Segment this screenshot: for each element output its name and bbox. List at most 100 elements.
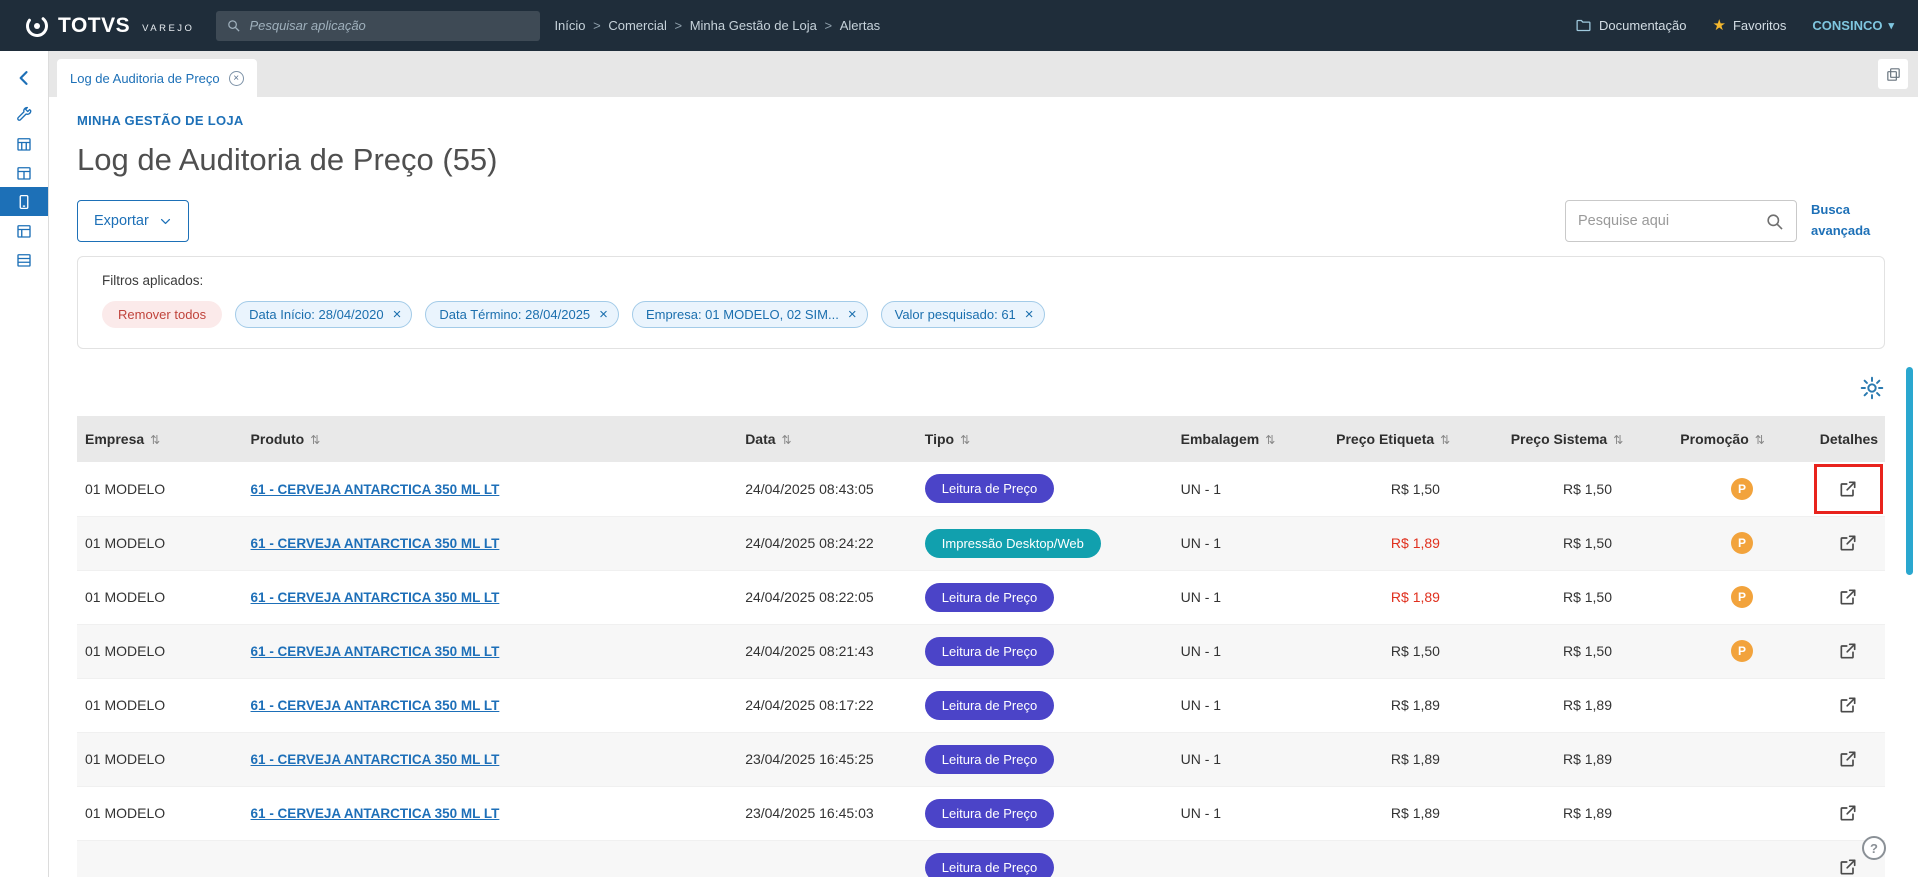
details-button[interactable] bbox=[1835, 584, 1861, 610]
sort-icon[interactable]: ⇅ bbox=[782, 433, 792, 447]
filter-chip: Data Término: 28/04/2025 × bbox=[425, 301, 619, 328]
table-row: 01 MODELO 61 - CERVEJA ANTARCTICA 350 ML … bbox=[77, 786, 1885, 840]
cell-detalhes bbox=[1812, 624, 1885, 678]
preco-etiqueta-value: R$ 1,50 bbox=[1390, 480, 1440, 497]
product-link[interactable]: 61 - CERVEJA ANTARCTICA 350 ML LT bbox=[251, 536, 500, 551]
breadcrumb-item[interactable]: Minha Gestão de Loja bbox=[690, 18, 817, 33]
cell-empresa: 01 MODELO bbox=[85, 589, 166, 605]
remove-all-filters-button[interactable]: Remover todos bbox=[102, 301, 223, 328]
product-link[interactable]: 61 - CERVEJA ANTARCTICA 350 ML LT bbox=[251, 698, 500, 713]
favorites-link[interactable]: ★ Favoritos bbox=[1712, 18, 1786, 33]
search-icon[interactable] bbox=[1765, 212, 1784, 231]
tab-close-icon[interactable]: × bbox=[228, 70, 244, 86]
cell-embalagem: UN - 1 bbox=[1180, 480, 1222, 497]
product-link[interactable]: 61 - CERVEJA ANTARCTICA 350 ML LT bbox=[251, 752, 500, 767]
cell-preco-sistema: R$ 1,50 bbox=[1503, 516, 1673, 570]
chevron-down-icon: ▾ bbox=[1888, 20, 1894, 32]
column-header-produto[interactable]: Produto ⇅ bbox=[242, 416, 738, 462]
chip-close-icon[interactable]: × bbox=[848, 307, 857, 322]
details-button[interactable] bbox=[1835, 476, 1861, 502]
details-button[interactable] bbox=[1835, 746, 1861, 772]
sidebar-item-tools[interactable] bbox=[0, 100, 48, 129]
cell-promocao bbox=[1672, 840, 1811, 877]
section-label: MINHA GESTÃO DE LOJA bbox=[77, 113, 244, 128]
breadcrumb-item[interactable]: Início bbox=[554, 18, 585, 33]
tab-strip: Log de Auditoria de Preço × bbox=[49, 51, 1918, 97]
chevron-left-icon bbox=[19, 70, 28, 85]
cell-promocao: P bbox=[1672, 462, 1811, 516]
table-search-input[interactable] bbox=[1578, 213, 1757, 229]
sidebar-item-active-module[interactable] bbox=[0, 187, 48, 216]
product-link[interactable]: 61 - CERVEJA ANTARCTICA 350 ML LT bbox=[251, 806, 500, 821]
column-header-tipo[interactable]: Tipo ⇅ bbox=[916, 416, 1173, 462]
app-search-input[interactable] bbox=[249, 18, 531, 33]
breadcrumb-item[interactable]: Comercial bbox=[608, 18, 667, 33]
column-header-embalagem[interactable]: Embalagem ⇅ bbox=[1172, 416, 1329, 462]
sort-icon[interactable]: ⇅ bbox=[1755, 433, 1765, 447]
cell-promocao bbox=[1672, 732, 1811, 786]
column-header-data[interactable]: Data ⇅ bbox=[737, 416, 917, 462]
documentation-link[interactable]: Documentação bbox=[1575, 17, 1686, 34]
filter-chip-label: Data Início: 28/04/2020 bbox=[249, 307, 384, 322]
table-header-row: Empresa ⇅ Produto ⇅ Data ⇅ Tipo ⇅ Embalagem ⇅ Preç… bbox=[77, 416, 1885, 462]
column-header-preco-sistema[interactable]: Preço Sistema ⇅ bbox=[1502, 416, 1673, 462]
gear-icon bbox=[1860, 376, 1883, 400]
sort-icon[interactable]: ⇅ bbox=[150, 433, 160, 447]
user-menu[interactable]: CONSINCO ▾ bbox=[1812, 18, 1894, 33]
table-row: 01 MODELO 61 - CERVEJA ANTARCTICA 350 ML … bbox=[77, 678, 1885, 732]
chip-close-icon[interactable]: × bbox=[1025, 307, 1034, 322]
chip-close-icon[interactable]: × bbox=[393, 307, 402, 322]
details-button[interactable] bbox=[1835, 638, 1861, 664]
external-link-icon bbox=[1840, 481, 1856, 497]
cell-embalagem: UN - 1 bbox=[1180, 535, 1222, 551]
sort-icon[interactable]: ⇅ bbox=[310, 433, 320, 447]
brand[interactable]: TOTVS VAREJO bbox=[24, 13, 194, 39]
sort-icon[interactable]: ⇅ bbox=[1440, 433, 1450, 447]
column-header-label: Preço Etiqueta bbox=[1336, 431, 1435, 447]
sidebar-item-module-2[interactable] bbox=[0, 158, 48, 187]
details-button[interactable] bbox=[1835, 800, 1861, 826]
documentation-label: Documentação bbox=[1599, 18, 1687, 33]
sidebar-item-module-4[interactable] bbox=[0, 245, 48, 274]
column-header-label: Embalagem bbox=[1180, 431, 1260, 447]
scrollbar-thumb[interactable] bbox=[1906, 367, 1913, 575]
cell-tipo: Leitura de Preço bbox=[917, 786, 1173, 840]
sort-icon[interactable]: ⇅ bbox=[960, 433, 970, 447]
breadcrumb-item[interactable]: Alertas bbox=[840, 18, 880, 33]
overlap-windows-icon bbox=[1886, 67, 1900, 81]
sidebar-item-module-3[interactable] bbox=[0, 216, 48, 245]
cell-tipo: Leitura de Preço bbox=[917, 462, 1173, 516]
column-header-empresa[interactable]: Empresa ⇅ bbox=[77, 416, 243, 462]
product-link[interactable]: 61 - CERVEJA ANTARCTICA 350 ML LT bbox=[251, 482, 500, 497]
sort-icon[interactable]: ⇅ bbox=[1265, 433, 1275, 447]
product-link[interactable]: 61 - CERVEJA ANTARCTICA 350 ML LT bbox=[251, 590, 500, 605]
column-header-promocao[interactable]: Promoção ⇅ bbox=[1672, 416, 1812, 462]
details-button[interactable] bbox=[1835, 854, 1861, 877]
tab-log-auditoria[interactable]: Log de Auditoria de Preço × bbox=[57, 59, 257, 97]
advanced-search-link[interactable]: Busca avançada bbox=[1811, 200, 1885, 242]
cell-data bbox=[737, 840, 917, 877]
column-settings-button[interactable] bbox=[1858, 375, 1885, 402]
table-search bbox=[1565, 200, 1797, 242]
sidebar-item-module-1[interactable] bbox=[0, 129, 48, 158]
external-link-icon bbox=[1840, 535, 1856, 551]
chip-close-icon[interactable]: × bbox=[599, 307, 608, 322]
table-row: 01 MODELO 61 - CERVEJA ANTARCTICA 350 ML … bbox=[77, 732, 1885, 786]
cell-promocao bbox=[1672, 678, 1811, 732]
restore-layout-button[interactable] bbox=[1878, 59, 1908, 89]
cell-tipo: Leitura de Preço bbox=[917, 570, 1173, 624]
filter-chip: Data Início: 28/04/2020 × bbox=[235, 301, 413, 328]
sidebar-collapse-button[interactable] bbox=[0, 63, 48, 92]
app-search bbox=[216, 10, 541, 41]
details-button[interactable] bbox=[1835, 692, 1861, 718]
cell-promocao: P bbox=[1672, 570, 1811, 624]
sort-icon[interactable]: ⇅ bbox=[1613, 433, 1623, 447]
column-header-preco-etiqueta[interactable]: Preço Etiqueta ⇅ bbox=[1328, 416, 1503, 462]
help-button[interactable]: ? bbox=[1862, 836, 1886, 860]
details-button[interactable] bbox=[1835, 530, 1861, 556]
export-button[interactable]: Exportar bbox=[77, 200, 189, 242]
column-header-label: Data bbox=[745, 431, 776, 447]
column-header-label: Tipo bbox=[924, 431, 955, 447]
preco-sistema-value: R$ 1,50 bbox=[1562, 535, 1613, 551]
product-link[interactable]: 61 - CERVEJA ANTARCTICA 350 ML LT bbox=[251, 644, 500, 659]
